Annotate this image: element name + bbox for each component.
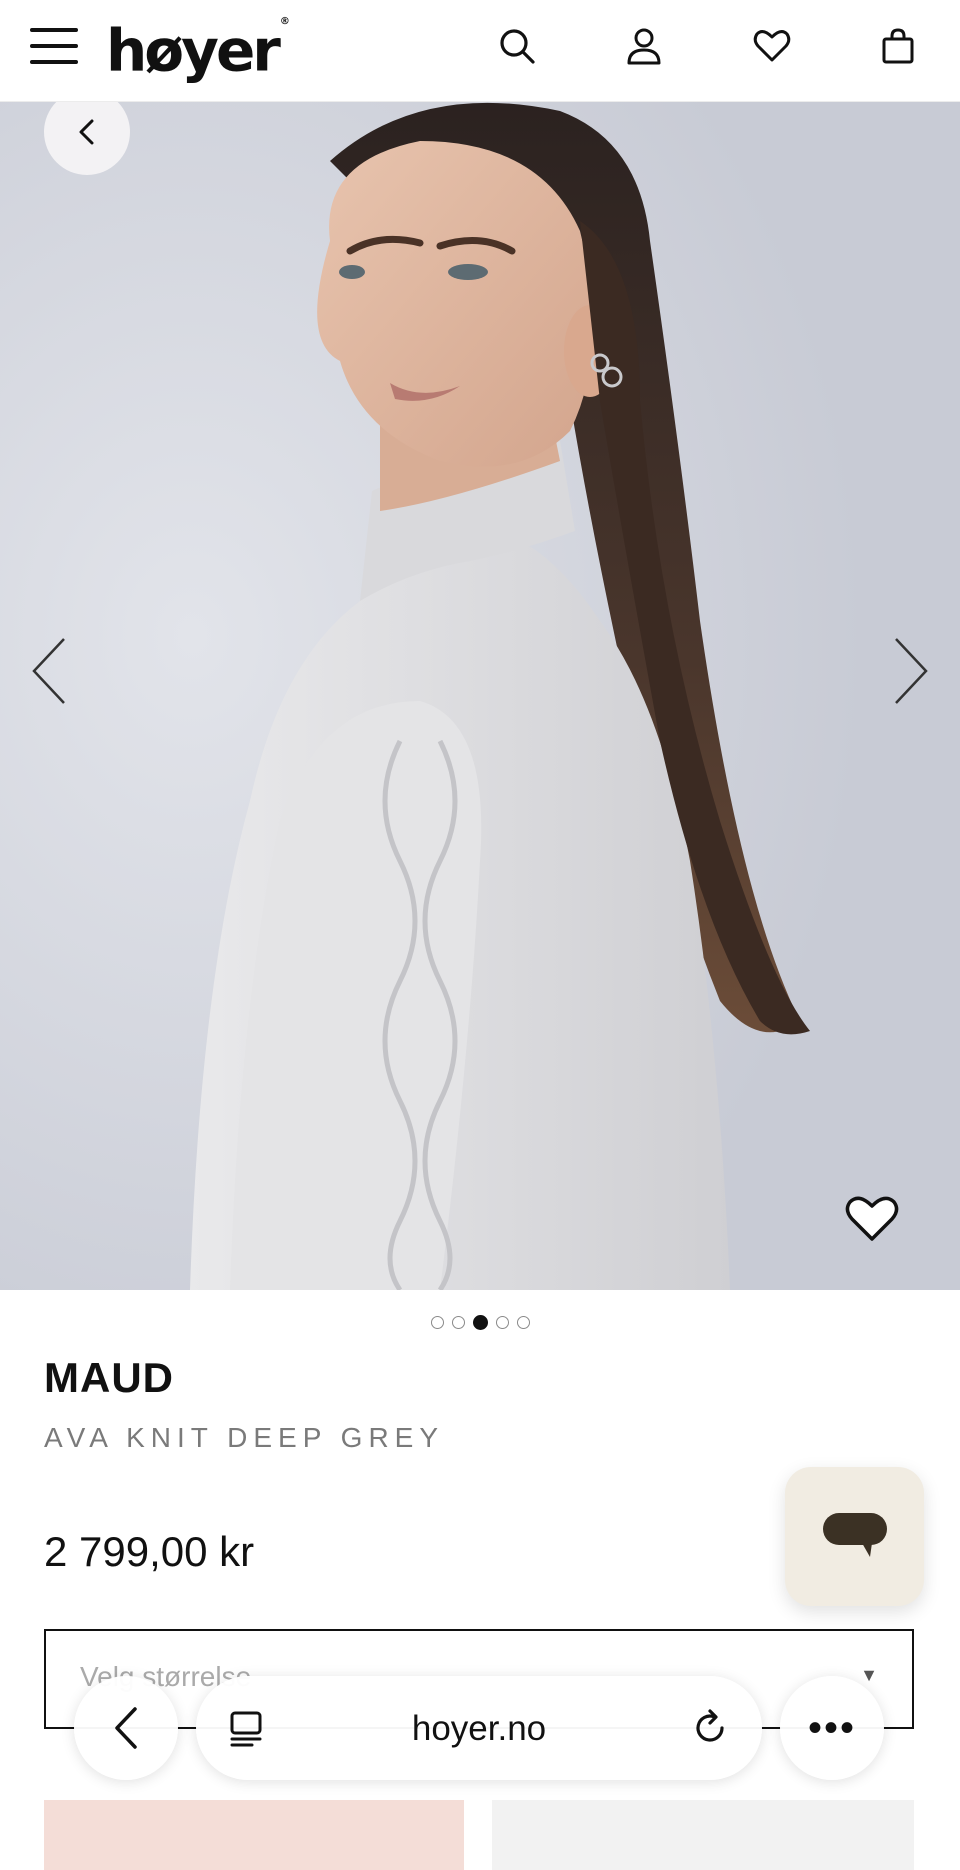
site-header: høyer ®: [0, 0, 960, 102]
carousel-dot[interactable]: [516, 1316, 530, 1329]
chevron-left-icon: [32, 638, 65, 704]
secondary-action-button[interactable]: [492, 1800, 914, 1870]
logo-mark: ®: [279, 16, 290, 27]
carousel-dot[interactable]: [495, 1316, 509, 1329]
browser-address-bar[interactable]: hoyer.no: [196, 1676, 762, 1780]
chevron-left-icon: [79, 119, 94, 145]
chevron-left-icon: [115, 1707, 137, 1749]
user-icon[interactable]: [624, 26, 664, 66]
carousel-next-button[interactable]: [886, 631, 936, 711]
reload-icon[interactable]: [690, 1708, 730, 1748]
caret-down-icon: ▼: [860, 1665, 878, 1685]
browser-back-button[interactable]: [74, 1676, 178, 1780]
add-to-cart-button[interactable]: [44, 1800, 464, 1870]
more-icon: •••: [807, 1705, 856, 1750]
heart-icon[interactable]: [752, 26, 792, 66]
chevron-right-icon: [895, 638, 928, 704]
product-brand[interactable]: MAUD: [44, 1354, 174, 1402]
chat-button[interactable]: [785, 1467, 924, 1606]
carousel-dots: [0, 1315, 960, 1330]
logo-text: høyer: [106, 16, 281, 85]
browser-more-button[interactable]: •••: [780, 1676, 884, 1780]
carousel-prev-button[interactable]: [24, 631, 74, 711]
add-to-wishlist-button[interactable]: [844, 1194, 900, 1244]
product-photo: [0, 101, 960, 1290]
menu-icon[interactable]: [30, 26, 80, 66]
product-name: AVA KNIT DEEP GREY: [44, 1422, 445, 1453]
bag-icon[interactable]: [878, 26, 918, 66]
carousel-dot[interactable]: [430, 1316, 444, 1329]
carousel-dot-active[interactable]: [472, 1315, 488, 1330]
product-price: 2 799,00 kr: [44, 1528, 255, 1575]
product-image-carousel[interactable]: [0, 101, 960, 1290]
carousel-dot[interactable]: [451, 1316, 465, 1329]
browser-url: hoyer.no: [411, 1709, 547, 1748]
site-logo[interactable]: høyer ®: [106, 8, 290, 90]
heart-icon: [845, 1196, 899, 1241]
search-icon[interactable]: [497, 26, 537, 66]
chat-bubble-icon: [822, 1512, 887, 1557]
